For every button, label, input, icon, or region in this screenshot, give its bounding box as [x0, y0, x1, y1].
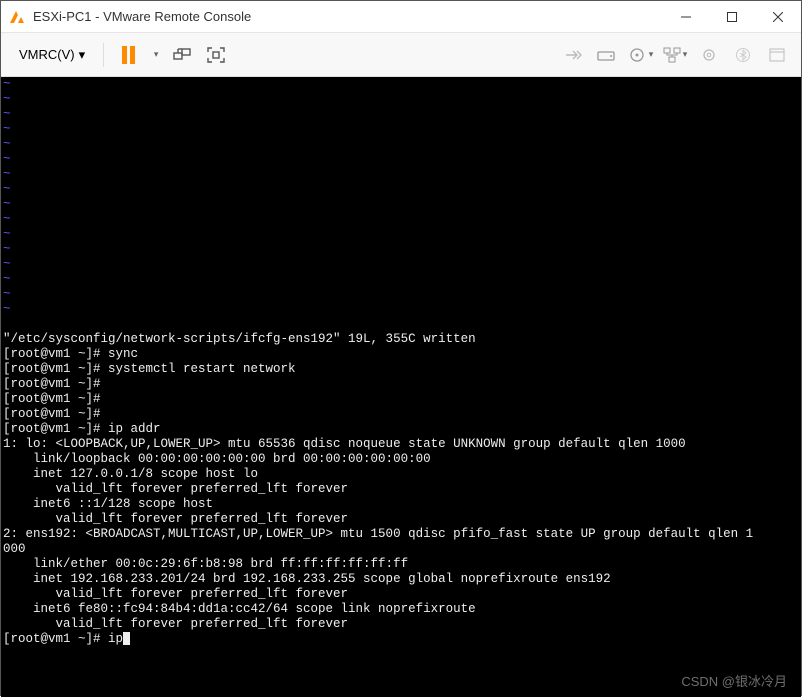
maximize-button[interactable]	[709, 1, 755, 32]
panel-icon[interactable]	[763, 41, 791, 69]
close-button[interactable]	[755, 1, 801, 32]
minimize-button[interactable]	[663, 1, 709, 32]
connect-next-icon[interactable]	[559, 41, 587, 69]
gear-icon[interactable]	[695, 41, 723, 69]
cd-icon[interactable]: ▾	[627, 41, 655, 69]
vmrc-menu-label: VMRC(V)	[19, 47, 75, 62]
fullscreen-icon	[207, 47, 225, 63]
titlebar: ESXi-PC1 - VMware Remote Console	[1, 1, 801, 33]
toolbar: VMRC(V) ▾ ▾ ▾ ▾	[1, 33, 801, 77]
chevron-down-icon: ▾	[79, 47, 86, 63]
pause-icon	[122, 46, 135, 64]
send-cad-button[interactable]	[168, 41, 196, 69]
window-controls	[663, 1, 801, 32]
terminal[interactable]: ~ ~ ~ ~ ~ ~ ~ ~ ~ ~ ~ ~ ~ ~ ~ ~ "/etc/sy…	[1, 77, 801, 697]
bluetooth-icon[interactable]	[729, 41, 757, 69]
separator	[103, 43, 104, 67]
window-title: ESXi-PC1 - VMware Remote Console	[33, 9, 663, 24]
network-icon[interactable]: ▾	[661, 41, 689, 69]
vmrc-menu[interactable]: VMRC(V) ▾	[11, 43, 93, 67]
fullscreen-button[interactable]	[202, 41, 230, 69]
pause-button[interactable]	[114, 41, 142, 69]
cursor	[123, 632, 130, 645]
drive-icon[interactable]	[593, 41, 621, 69]
app-icon	[9, 9, 25, 25]
watermark: CSDN @银冰冷月	[681, 674, 787, 689]
pause-dropdown[interactable]: ▾	[148, 41, 162, 69]
send-cad-icon	[172, 47, 192, 63]
chevron-down-icon: ▾	[154, 49, 159, 60]
